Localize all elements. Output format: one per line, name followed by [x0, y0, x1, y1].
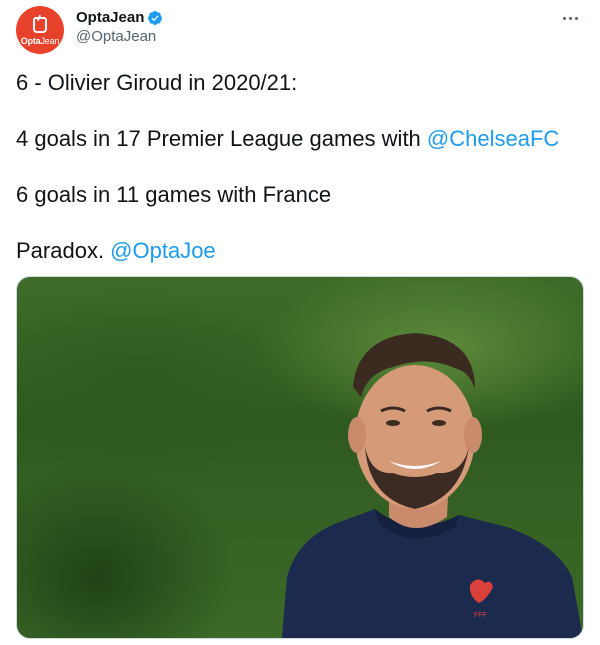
verified-badge-icon	[148, 10, 163, 25]
more-dot	[574, 16, 578, 20]
mention-link-optajoe[interactable]: @OptaJoe	[110, 238, 216, 263]
tweet-line: 4 goals in 17 Premier League games with …	[16, 122, 586, 155]
more-horizontal-icon	[562, 16, 566, 20]
tweet-line-text: 4 goals in 17 Premier League games with	[16, 126, 427, 151]
tweet-line: 6 goals in 11 games with France	[16, 182, 332, 207]
handle[interactable]: @OptaJean	[76, 27, 163, 46]
display-name-text: OptaJean	[76, 9, 145, 26]
display-name[interactable]: OptaJean	[76, 8, 163, 27]
tweet-photo[interactable]: FFF	[16, 276, 584, 639]
tweet-text: 6 - Olivier Giroud in 2020/21: 4 goals i…	[16, 66, 586, 290]
mention-link-chelseafc[interactable]: @ChelseaFC	[427, 126, 559, 151]
more-options-button[interactable]	[558, 8, 582, 28]
svg-text:FFF: FFF	[474, 612, 487, 619]
tweet-line-text: Paradox.	[16, 238, 111, 263]
tweet-line: 6 - Olivier Giroud in 2020/21:	[16, 70, 298, 95]
tweet-line: Paradox. @OptaJoe	[16, 234, 586, 267]
tweet-card[interactable]: OptaJean OptaJean @OptaJean 6 - Olivier …	[0, 0, 600, 645]
opta-logo-icon	[33, 16, 47, 33]
player-photo-image: FFF	[282, 333, 583, 638]
avatar-logo-text: OptaJean	[20, 35, 60, 46]
avatar[interactable]: OptaJean	[16, 6, 64, 54]
more-dot	[568, 16, 572, 20]
author-block: OptaJean @OptaJean	[76, 8, 163, 46]
